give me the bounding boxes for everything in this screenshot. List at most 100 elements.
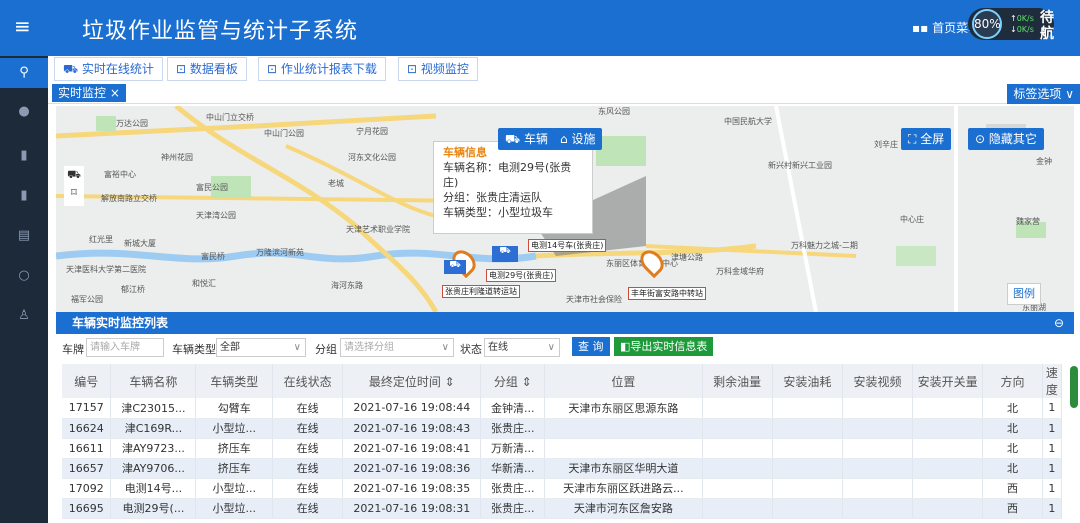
close-icon[interactable]: ×: [110, 86, 120, 100]
map-place-label: 津塘公路: [671, 253, 703, 262]
vehicle-type-select[interactable]: 全部 ∨: [216, 338, 306, 357]
map-place-label: 新城大厦: [124, 239, 156, 248]
table-cell: 1: [1042, 398, 1063, 419]
download-rate: 0K/s: [1016, 25, 1034, 34]
chevron-down-icon: ∨: [441, 342, 449, 353]
vehicle-table: 编号 车辆名称 车辆类型 在线状态 最终定位时间 ⇕ 分组 ⇕ 位置 剩余油量 安装油耗 安装视频…: [62, 364, 1063, 519]
map-place-label: 红光里: [89, 235, 113, 244]
column-header[interactable]: 最终定位时间 ⇕: [342, 364, 482, 398]
table-cell: [842, 478, 914, 499]
user-icon[interactable]: ♙: [0, 308, 48, 323]
vehicle-map-label: 电测14号车(张贵庄): [528, 239, 607, 252]
table-cell: 北: [982, 458, 1043, 479]
table-cell: [702, 398, 773, 419]
table-cell: 张贵庄...: [480, 498, 546, 519]
tag-options-button[interactable]: 标签选项 ∨: [1007, 84, 1080, 104]
speed-rates: ↑0K/s ↓0K/s: [1010, 14, 1034, 34]
status-select[interactable]: 在线 ∨: [484, 338, 560, 357]
column-header: 编号: [62, 364, 112, 398]
table-cell: 在线: [272, 458, 344, 479]
column-header[interactable]: 分组 ⇕: [480, 364, 546, 398]
menu-icon[interactable]: ≡: [14, 14, 31, 38]
pin-icon[interactable]: ●: [0, 104, 48, 119]
tab-realtime-monitor[interactable]: 实时监控 ×: [52, 84, 126, 102]
table-cell: [912, 418, 984, 439]
group-select[interactable]: 请选择分组 ∨: [340, 338, 454, 357]
search-icon[interactable]: ○: [0, 268, 48, 283]
fullscreen-button[interactable]: ⛶ 全屏: [901, 128, 952, 150]
map-place-label: 河东文化公园: [348, 153, 396, 162]
nav-label: 视频监控: [420, 62, 469, 76]
vehicle-layer-button[interactable]: ⛟ 车辆: [498, 128, 555, 150]
table-cell: 2021-07-16 19:08:31: [342, 498, 482, 519]
map-place-label: 万科魅力之城-二期: [791, 241, 858, 250]
clipboard-icon[interactable]: ▤: [0, 228, 48, 243]
table-row[interactable]: 17092 电测14号... 小型垃... 在线 2021-07-16 19:08:35…: [62, 478, 1063, 499]
panel-title: 车辆实时监控列表: [72, 316, 169, 330]
table-cell: [702, 478, 773, 499]
table-cell: [912, 458, 984, 479]
table-cell: [842, 458, 914, 479]
nav-dashboard[interactable]: ⊡ 数据看板: [167, 57, 247, 81]
table-cell: 在线: [272, 438, 344, 459]
table-cell: [772, 418, 843, 439]
table-cell: [842, 498, 914, 519]
collapse-icon[interactable]: ⊖: [1054, 312, 1064, 334]
table-cell: [912, 478, 984, 499]
table-cell: 北: [982, 438, 1043, 459]
export-button[interactable]: ◧导出实时信息表: [614, 337, 714, 356]
filter-bar: 车牌 请输入车牌 车辆类型 全部 ∨ 分组 请选择分组 ∨ 状态 在线 ∨ 查 询 ◧…: [56, 334, 1074, 360]
table-cell: 津C23015...: [110, 398, 197, 419]
map-legend-button[interactable]: 图例: [1007, 283, 1041, 305]
tag-options-label: 标签选项: [1013, 87, 1062, 101]
chevron-down-icon: ∨: [547, 342, 555, 353]
map-place-label: 天津湾公园: [196, 211, 236, 220]
map-place-label: 万隆滨河新苑: [256, 248, 304, 257]
map-view[interactable]: 中山门立交桥 万达公园 中山门公园 宁月花园 神州花园 富裕中心 富民公园 解放…: [56, 106, 1074, 312]
scrollbar[interactable]: [1070, 366, 1078, 408]
table-cell: 小型垃...: [195, 498, 274, 519]
map-place-label: 中山门立交桥: [206, 113, 254, 122]
truck-marker-icon[interactable]: ⛟: [444, 260, 466, 274]
location-icon[interactable]: ⚲: [0, 58, 48, 88]
bookmark-icon[interactable]: ⌑: [71, 186, 77, 199]
table-cell: 16695: [62, 498, 112, 519]
bar-chart-icon[interactable]: ▮: [0, 148, 48, 163]
table-row[interactable]: 16695 电测29号(... 小型垃... 在线 2021-07-16 19:08:3…: [62, 498, 1063, 519]
column-header: 安装开关量: [912, 364, 984, 398]
nav-label: 实时在线统计: [81, 62, 154, 76]
hide-others-button[interactable]: ⊙ 隐藏其它: [968, 128, 1044, 150]
truck-marker-icon[interactable]: ⛟: [492, 246, 518, 262]
table-cell: 挤压车: [195, 458, 274, 479]
table-row[interactable]: 16611 津AY9723... 挤压车 在线 2021-07-16 19:08:41 万…: [62, 438, 1063, 459]
group-placeholder: 请选择分组: [344, 342, 394, 353]
table-row[interactable]: 17157 津C23015... 勾臂车 在线 2021-07-16 19:08:44 金…: [62, 398, 1063, 419]
facility-layer-button[interactable]: ⌂ 设施: [553, 128, 603, 150]
column-header: 安装油耗: [772, 364, 843, 398]
nav-report-download[interactable]: ⊡ 作业统计报表下载: [258, 57, 386, 81]
nav-realtime-stats[interactable]: ⛟ 实时在线统计: [54, 57, 163, 81]
nav-video-monitor[interactable]: ⊡ 视频监控: [398, 57, 478, 81]
column-header: 速度: [1042, 364, 1063, 398]
table-cell: 西: [982, 498, 1043, 519]
table-cell: 2021-07-16 19:08:35: [342, 478, 482, 499]
truck-icon[interactable]: ⛟: [67, 168, 81, 181]
table-cell: [912, 438, 984, 459]
table-row[interactable]: 16624 津C169R... 小型垃... 在线 2021-07-16 19:08:4…: [62, 418, 1063, 439]
fullscreen-label: 全屏: [920, 132, 945, 146]
plate-input[interactable]: 请输入车牌: [86, 338, 164, 357]
map-place-label: 中山门公园: [264, 129, 304, 138]
table-row[interactable]: 16657 津AY9706... 挤压车 在线 2021-07-16 19:08:36 华…: [62, 458, 1063, 479]
map-place-label: 新兴村新兴工业园: [768, 161, 832, 170]
query-button[interactable]: 查 询: [572, 337, 610, 356]
vehicle-layer-label: 车辆: [523, 132, 548, 146]
table-cell: 北: [982, 418, 1043, 439]
home-icon: ⌂: [560, 132, 568, 146]
table-cell: 津AY9723...: [110, 438, 197, 459]
table-cell: [772, 458, 843, 479]
header-extra: 待航: [1040, 10, 1054, 42]
vehicle-type-label: 车辆类型: [172, 343, 216, 356]
table-cell: 1: [1042, 418, 1063, 439]
bar-chart-icon-2[interactable]: ▮: [0, 188, 48, 203]
map-place-label: 万科金域华府: [716, 267, 764, 276]
